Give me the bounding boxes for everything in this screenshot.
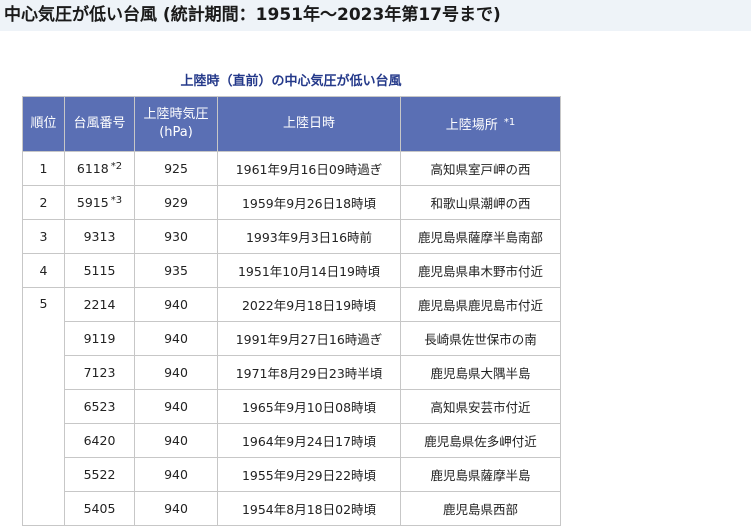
rank-cell: 3 [22, 219, 65, 254]
place-cell: 高知県室戸岬の西 [400, 151, 561, 186]
table-row: 6420 940 1964年9月24日17時頃 鹿児島県佐多岬付近 [23, 423, 561, 458]
datetime-cell: 1961年9月16日09時過ぎ [217, 151, 401, 186]
header-pressure-label: 上陸時気圧 [143, 107, 209, 122]
datetime-cell: 1993年9月3日16時前 [217, 219, 401, 254]
table-header-row: 順位 台風番号 上陸時気圧 (hPa) 上陸日時 上陸場所 *1 [22, 96, 561, 152]
rank-cell: 4 [22, 253, 65, 288]
typhoon-number-cell: 7123 [64, 355, 135, 390]
table-row: 2 5915 *3 929 1959年9月26日18時頃 和歌山県潮岬の西 [22, 185, 561, 220]
typhoon-table: 順位 台風番号 上陸時気圧 (hPa) 上陸日時 上陸場所 *1 1 6118 *… [22, 96, 561, 526]
datetime-cell: 1951年10月14日19時頃 [217, 253, 401, 288]
table-row: 9119 940 1991年9月27日16時過ぎ 長崎県佐世保市の南 [23, 321, 561, 356]
header-pressure-unit: (hPa) [159, 125, 193, 140]
header-typhoon-number: 台風番号 [64, 96, 135, 152]
datetime-cell: 1955年9月29日22時頃 [217, 457, 401, 492]
typhoon-number-cell: 6118 *2 [64, 151, 135, 186]
table-caption: 上陸時（直前）の中心気圧が低い台風 [180, 74, 402, 89]
pressure-cell: 940 [134, 389, 218, 424]
pressure-cell: 929 [134, 185, 218, 220]
pressure-cell: 935 [134, 253, 218, 288]
footnote-mark: *3 [110, 195, 123, 206]
rank-cell: 2 [22, 185, 65, 220]
place-cell: 鹿児島県佐多岬付近 [400, 423, 561, 458]
place-cell: 鹿児島県大隅半島 [400, 355, 561, 390]
table-row: 5522 940 1955年9月29日22時頃 鹿児島県薩摩半島 [23, 457, 561, 492]
pressure-cell: 940 [134, 321, 218, 356]
page-heading: 中心気圧が低い台風 (統計期間：1951年～2023年第17号まで) [0, 0, 751, 31]
pressure-cell: 940 [134, 457, 218, 492]
typhoon-number-cell: 2214 [64, 287, 135, 322]
footnote-mark: *2 [110, 161, 123, 172]
pressure-cell: 940 [134, 287, 218, 322]
table-row: 7123 940 1971年8月29日23時半頃 鹿児島県大隅半島 [23, 355, 561, 390]
place-cell: 鹿児島県薩摩半島南部 [400, 219, 561, 254]
typhoon-number-cell: 5915 *3 [64, 185, 135, 220]
header-place: 上陸場所 *1 [400, 96, 561, 152]
datetime-cell: 2022年9月18日19時頃 [217, 287, 401, 322]
place-cell: 鹿児島県薩摩半島 [400, 457, 561, 492]
datetime-cell: 1964年9月24日17時頃 [217, 423, 401, 458]
datetime-cell: 1965年9月10日08時頃 [217, 389, 401, 424]
place-cell: 和歌山県潮岬の西 [400, 185, 561, 220]
place-cell: 長崎県佐世保市の南 [400, 321, 561, 356]
datetime-cell: 1959年9月26日18時頃 [217, 185, 401, 220]
typhoon-number-cell: 5522 [64, 457, 135, 492]
datetime-cell: 1991年9月27日16時過ぎ [217, 321, 401, 356]
table-row: 3 9313 930 1993年9月3日16時前 鹿児島県薩摩半島南部 [22, 219, 561, 254]
typhoon-number-cell: 6523 [64, 389, 135, 424]
header-pressure: 上陸時気圧 (hPa) [134, 96, 218, 152]
typhoon-number-cell: 9119 [64, 321, 135, 356]
typhoon-number-cell: 6420 [64, 423, 135, 458]
table-row: 6523 940 1965年9月10日08時頃 高知県安芸市付近 [23, 389, 561, 424]
place-cell: 鹿児島県鹿児島市付近 [400, 287, 561, 322]
pressure-cell: 940 [134, 423, 218, 458]
table-row: 4 5115 935 1951年10月14日19時頃 鹿児島県串木野市付近 [22, 253, 561, 288]
place-cell: 鹿児島県西部 [400, 491, 561, 526]
header-rank: 順位 [22, 96, 65, 152]
typhoon-number-cell: 9313 [64, 219, 135, 254]
typhoon-number: 6118 [76, 161, 109, 176]
typhoon-number: 5915 [76, 195, 109, 210]
rank-cell: 5 [22, 287, 65, 526]
place-cell: 高知県安芸市付近 [400, 389, 561, 424]
pressure-cell: 940 [134, 355, 218, 390]
datetime-cell: 1954年8月18日02時頃 [217, 491, 401, 526]
pressure-cell: 925 [134, 151, 218, 186]
typhoon-number-cell: 5115 [64, 253, 135, 288]
pressure-cell: 930 [134, 219, 218, 254]
header-place-note: *1 [503, 116, 516, 128]
header-datetime: 上陸日時 [217, 96, 401, 152]
rank-cell: 1 [22, 151, 65, 186]
datetime-cell: 1971年8月29日23時半頃 [217, 355, 401, 390]
typhoon-number-cell: 5405 [64, 491, 135, 526]
table-row: 1 6118 *2 925 1961年9月16日09時過ぎ 高知県室戸岬の西 [22, 151, 561, 186]
table-row: 5 2214 940 2022年9月18日19時頃 鹿児島県鹿児島市付近 [22, 287, 561, 526]
header-place-label: 上陸場所 [445, 117, 498, 133]
pressure-cell: 940 [134, 491, 218, 526]
table-row: 5405 940 1954年8月18日02時頃 鹿児島県西部 [23, 491, 561, 526]
place-cell: 鹿児島県串木野市付近 [400, 253, 561, 288]
